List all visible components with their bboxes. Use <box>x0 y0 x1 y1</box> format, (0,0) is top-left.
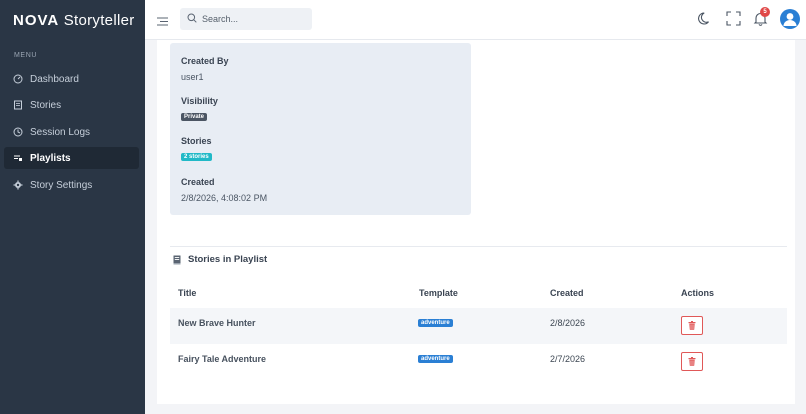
table-row[interactable]: New Brave Hunter adventure 2/8/2026 <box>170 308 787 344</box>
gear-icon <box>13 180 23 190</box>
created-by-label: Created By <box>181 56 229 66</box>
playlist-info-panel: Created By user1 Visibility Private Stor… <box>170 43 471 215</box>
menu-toggle-icon[interactable] <box>157 14 168 26</box>
created-value: 2/8/2026, 4:08:02 PM <box>181 193 268 203</box>
brand-bold: NOVA <box>13 12 60 29</box>
sidebar-item-playlists[interactable]: Playlists <box>4 147 139 169</box>
sidebar-item-session-logs[interactable]: Session Logs <box>4 121 139 143</box>
column-header-template[interactable]: Template <box>419 288 458 298</box>
table-row[interactable]: Fairy Tale Adventure adventure 2/7/2026 <box>170 344 787 380</box>
sidebar-item-label: Playlists <box>30 152 71 164</box>
notification-count-badge: 5 <box>760 7 770 17</box>
stories-icon <box>13 100 23 110</box>
topbar: 5 <box>145 0 806 40</box>
sidebar-item-label: Session Logs <box>30 126 91 138</box>
template-badge: adventure <box>418 355 453 363</box>
brand-name: Storyteller <box>63 12 135 29</box>
column-header-created[interactable]: Created <box>550 288 584 298</box>
created-by-value: user1 <box>181 72 204 82</box>
story-title[interactable]: Fairy Tale Adventure <box>178 354 266 364</box>
story-title[interactable]: New Brave Hunter <box>178 318 256 328</box>
user-avatar[interactable] <box>780 9 800 29</box>
sidebar-item-stories[interactable]: Stories <box>4 94 139 116</box>
search-input[interactable] <box>202 14 302 24</box>
history-icon <box>13 127 23 137</box>
section-title: Stories in Playlist <box>188 254 268 265</box>
delete-button[interactable] <box>681 352 703 371</box>
story-created-date: 2/7/2026 <box>550 354 586 364</box>
playlist-icon <box>13 153 23 163</box>
book-icon <box>172 255 182 265</box>
dark-mode-icon[interactable] <box>698 11 713 26</box>
stories-section-heading: Stories in Playlist <box>172 254 267 265</box>
menu-label: MENU <box>14 52 38 59</box>
user-icon <box>783 13 797 26</box>
stories-label: Stories <box>181 136 212 146</box>
search-icon <box>187 10 197 28</box>
playlist-detail-card: Created By user1 Visibility Private Stor… <box>157 40 795 404</box>
sidebar-item-label: Stories <box>30 99 62 111</box>
column-header-title[interactable]: Title <box>178 288 196 298</box>
visibility-badge: Private <box>181 113 208 121</box>
sidebar-item-dashboard[interactable]: Dashboard <box>4 68 139 90</box>
created-label: Created <box>181 177 215 187</box>
visibility-label: Visibility <box>181 96 218 106</box>
sidebar-item-label: Dashboard <box>30 73 79 85</box>
template-badge: adventure <box>418 319 453 327</box>
story-created-date: 2/8/2026 <box>550 318 586 328</box>
sidebar-item-story-settings[interactable]: Story Settings <box>4 174 139 196</box>
search-box[interactable] <box>180 8 312 30</box>
fullscreen-icon[interactable] <box>726 11 741 26</box>
sidebar-item-label: Story Settings <box>30 179 93 191</box>
section-divider <box>170 246 787 247</box>
column-header-actions: Actions <box>681 288 715 298</box>
trash-icon <box>688 357 696 366</box>
delete-button[interactable] <box>681 316 703 335</box>
trash-icon <box>688 321 696 330</box>
sidebar: NOVA Storyteller MENU Dashboard Stories … <box>0 0 145 414</box>
stories-count-badge: 2 stories <box>181 153 212 161</box>
dashboard-icon <box>13 74 23 84</box>
app-brand[interactable]: NOVA Storyteller <box>13 12 135 29</box>
